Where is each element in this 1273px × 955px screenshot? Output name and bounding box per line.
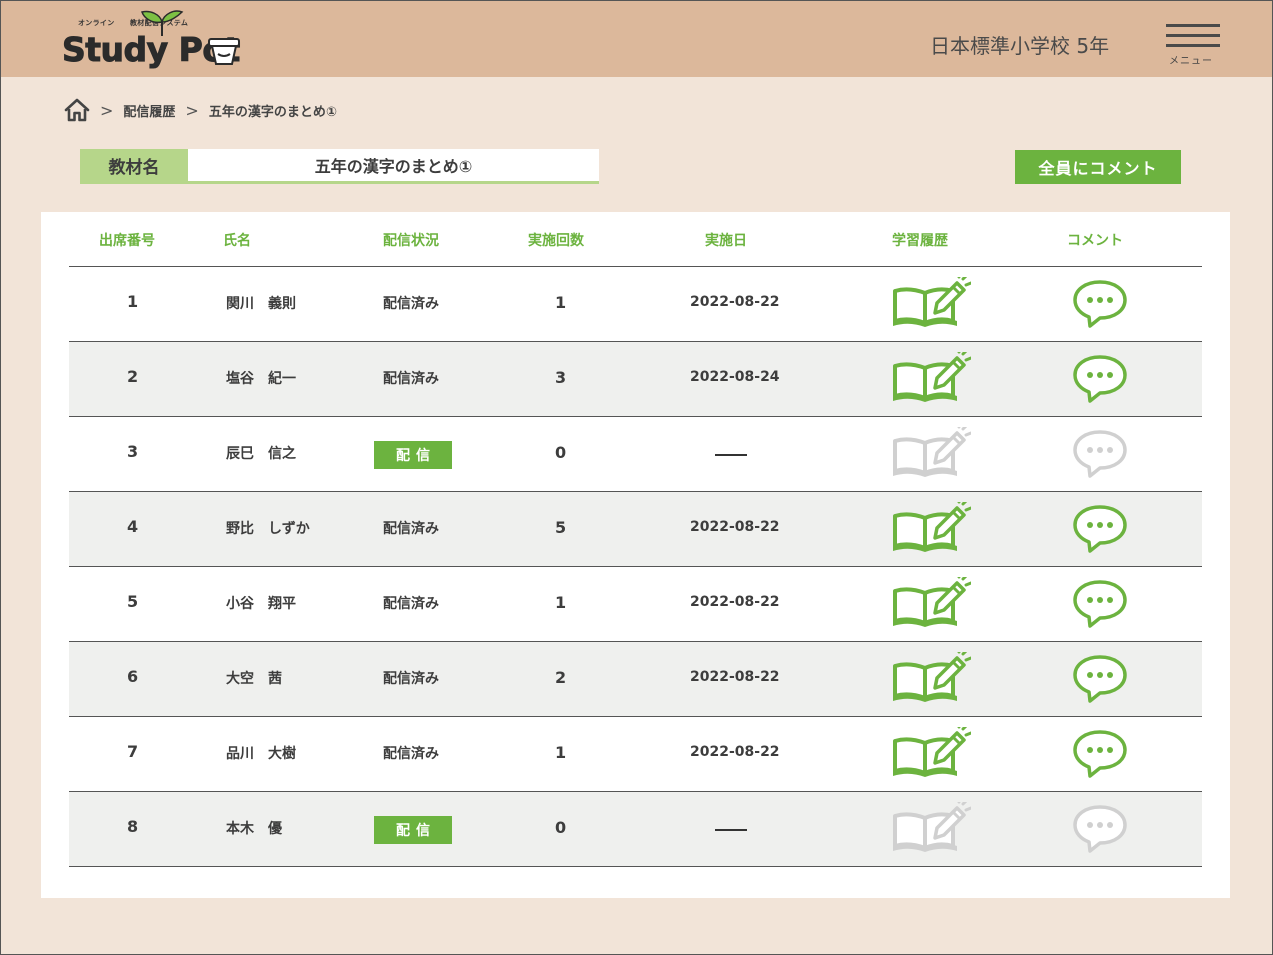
attempt-count: 1: [555, 743, 567, 762]
attempt-count: 3: [555, 368, 567, 387]
attempt-count: 5: [555, 518, 567, 537]
header-attendance-no: 出席番号: [99, 233, 155, 249]
header-learning-history: 学習履歴: [892, 233, 948, 249]
book-pencil-icon[interactable]: [891, 577, 971, 629]
attempt-count: 1: [555, 593, 567, 612]
speech-bubble-icon: [1073, 430, 1127, 478]
header-delivery-status: 配信状況: [383, 233, 439, 249]
implementation-date: 2022-08-22: [690, 519, 780, 535]
speech-bubble-icon[interactable]: [1072, 729, 1128, 779]
attempt-count: 0: [555, 443, 567, 462]
menu-label: メニュー: [1169, 56, 1213, 67]
no-date-dash: [715, 829, 747, 831]
table-row: 7 品川 大樹 配信済み 1 2022-08-22: [69, 717, 1202, 792]
header-attempt-count: 実施回数: [528, 233, 584, 249]
book-pencil-icon: [893, 427, 971, 477]
student-name: 関川 義則: [226, 296, 296, 312]
attendance-no: 6: [127, 667, 139, 686]
implementation-date: 2022-08-22: [690, 594, 780, 610]
speech-bubble-icon: [1073, 805, 1127, 853]
book-pencil-icon[interactable]: [891, 352, 971, 404]
student-name: 本木 優: [226, 821, 282, 837]
student-name: 野比 しずか: [226, 521, 310, 537]
student-name: 大空 茜: [226, 671, 282, 687]
delivery-status: 配信済み: [383, 746, 439, 762]
send-button[interactable]: 配信: [374, 441, 452, 469]
logo-tagline-online: オンライン: [78, 19, 115, 27]
material-label: 教材名: [80, 149, 188, 181]
student-name: 塩谷 紀一: [226, 371, 296, 387]
home-icon[interactable]: [64, 98, 90, 122]
table-row: 2 塩谷 紀一 配信済み 3 2022-08-24: [69, 342, 1202, 417]
material-name-box: 教材名 五年の漢字のまとめ①: [80, 149, 599, 184]
no-date-dash: [715, 454, 747, 456]
table-header: 出席番号 氏名 配信状況 実施回数 実施日 学習履歴 コメント: [69, 212, 1202, 267]
pot-icon: [208, 38, 240, 65]
student-name: 品川 大樹: [226, 746, 296, 762]
study-pot-logo[interactable]: オンライン 教材配信システム Study Pot: [60, 8, 250, 74]
delivery-status: 配信済み: [383, 371, 439, 387]
breadcrumb: > 配信履歴 > 五年の漢字のまとめ①: [64, 97, 337, 123]
attempt-count: 2: [555, 668, 567, 687]
implementation-date: 2022-08-22: [690, 669, 780, 685]
implementation-date: 2022-08-22: [690, 744, 780, 760]
table-row: 1 関川 義則 配信済み 1 2022-08-22: [69, 267, 1202, 342]
comment-all-button[interactable]: 全員にコメント: [1015, 150, 1181, 184]
hamburger-icon: [1166, 24, 1220, 27]
table-row: 4 野比 しずか 配信済み 5 2022-08-22: [69, 492, 1202, 567]
implementation-date: 2022-08-22: [690, 294, 780, 310]
attempt-count: 1: [555, 293, 567, 312]
delivery-status: 配信済み: [383, 521, 439, 537]
speech-bubble-icon[interactable]: [1072, 504, 1128, 554]
table-row: 6 大空 茜 配信済み 2 2022-08-22: [69, 642, 1202, 717]
breadcrumb-current-material: 五年の漢字のまとめ①: [208, 104, 337, 120]
implementation-date: 2022-08-24: [690, 369, 780, 385]
speech-bubble-icon[interactable]: [1072, 654, 1128, 704]
student-name: 小谷 翔平: [226, 596, 296, 612]
header-comment: コメント: [1067, 233, 1123, 249]
send-button[interactable]: 配信: [374, 816, 452, 844]
speech-bubble-icon[interactable]: [1072, 579, 1128, 629]
app-header: オンライン 教材配信システム Study Pot 日本標準小学校 5年 メニュー: [0, 0, 1273, 77]
speech-bubble-icon[interactable]: [1072, 354, 1128, 404]
attendance-no: 8: [127, 817, 139, 836]
school-grade-label: 日本標準小学校 5年: [930, 34, 1110, 58]
attendance-no: 5: [127, 592, 139, 611]
table-row: 3 辰巳 信之 配信 0: [69, 417, 1202, 492]
menu-button[interactable]: メニュー: [1165, 24, 1221, 68]
attempt-count: 0: [555, 818, 567, 837]
hamburger-bar: [1166, 44, 1220, 47]
header-date: 実施日: [705, 233, 747, 249]
breadcrumb-separator: >: [100, 100, 114, 120]
student-name: 辰巳 信之: [226, 446, 296, 462]
book-pencil-icon[interactable]: [891, 652, 971, 704]
book-pencil-icon[interactable]: [891, 727, 971, 779]
attendance-no: 2: [127, 367, 139, 386]
delivery-status: 配信済み: [383, 596, 439, 612]
header-name: 氏名: [223, 233, 251, 249]
delivery-status: 配信済み: [383, 671, 439, 687]
attendance-no: 7: [127, 742, 139, 761]
delivery-status: 配信済み: [383, 296, 439, 312]
book-pencil-icon: [893, 802, 971, 852]
speech-bubble-icon[interactable]: [1072, 279, 1128, 329]
material-value: 五年の漢字のまとめ①: [314, 157, 473, 176]
attendance-no: 4: [127, 517, 139, 536]
book-pencil-icon[interactable]: [891, 277, 971, 329]
attendance-no: 1: [127, 292, 139, 311]
hamburger-bar: [1166, 34, 1220, 37]
attendance-no: 3: [127, 442, 139, 461]
breadcrumb-delivery-history[interactable]: 配信履歴: [123, 101, 175, 120]
table-row: 5 小谷 翔平 配信済み 1 2022-08-22: [69, 567, 1202, 642]
book-pencil-icon[interactable]: [891, 502, 971, 554]
breadcrumb-separator: >: [185, 100, 199, 120]
student-table: 出席番号 氏名 配信状況 実施回数 実施日 学習履歴 コメント 1 関川 義則 配信…: [41, 212, 1230, 898]
table-row: 8 本木 優 配信 0: [69, 792, 1202, 867]
